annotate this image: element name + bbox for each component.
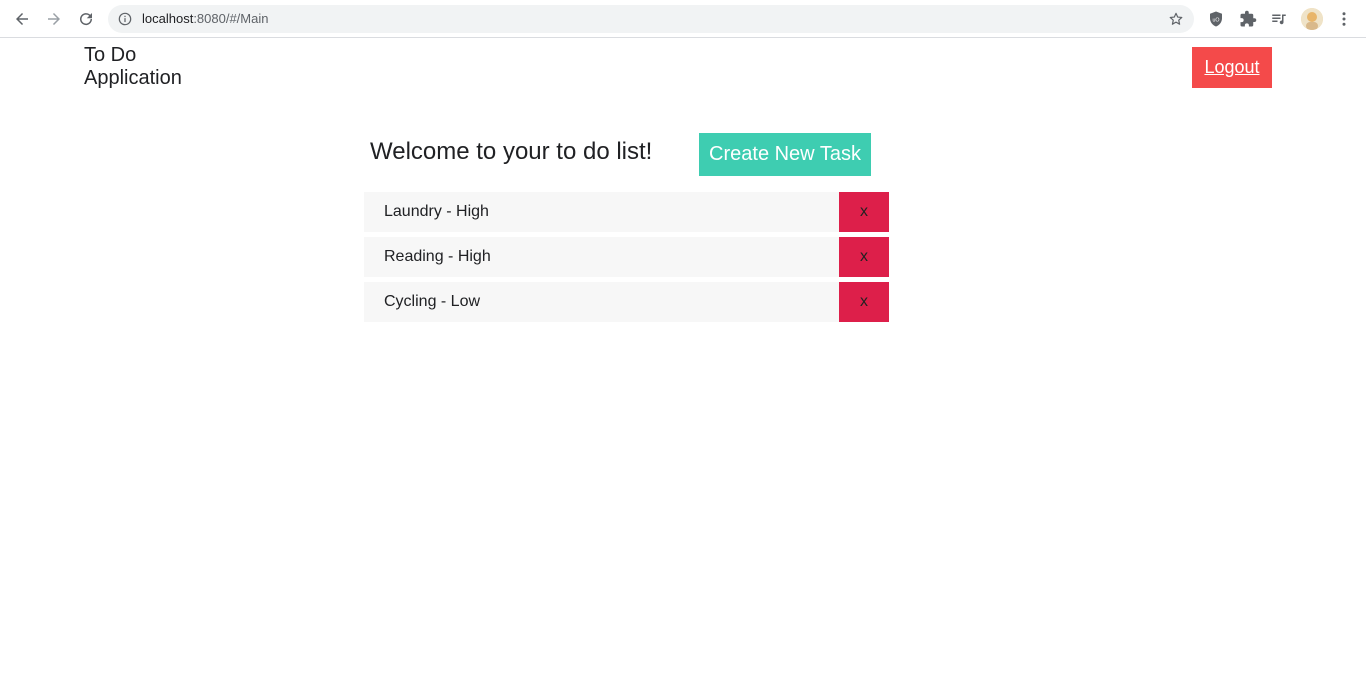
back-button[interactable] [10, 7, 34, 31]
arrow-right-icon [48, 13, 60, 25]
task-list: Laundry - High x Reading - High x Cyclin… [364, 192, 889, 327]
delete-task-button[interactable]: x [839, 282, 889, 322]
browser-toolbar: localhost:8080/#/Main uO [0, 0, 1366, 38]
app-title-line1: To Do [84, 44, 137, 66]
task-row: Cycling - Low x [364, 282, 889, 322]
address-bar[interactable]: localhost:8080/#/Main [108, 5, 1194, 33]
info-icon[interactable] [118, 12, 132, 26]
puzzle-icon[interactable] [1239, 10, 1257, 28]
logout-button[interactable]: Logout [1192, 47, 1272, 88]
playlist-icon[interactable] [1270, 10, 1288, 28]
delete-task-button[interactable]: x [839, 237, 889, 277]
reload-icon [80, 13, 93, 26]
tab-strip-highlight [735, 0, 929, 2]
task-row: Laundry - High x [364, 192, 889, 232]
task-label: Laundry - High [364, 192, 839, 232]
task-row: Reading - High x [364, 237, 889, 277]
kebab-menu-icon[interactable] [1335, 10, 1353, 28]
app-title: To Do Application [84, 44, 224, 90]
create-new-task-button[interactable]: Create New Task [699, 133, 871, 176]
url-path: :8080/#/Main [193, 11, 269, 26]
delete-task-button[interactable]: x [839, 192, 889, 232]
arrow-left-icon [16, 13, 28, 25]
task-label: Reading - High [364, 237, 839, 277]
profile-avatar[interactable] [1301, 8, 1323, 30]
welcome-heading: Welcome to your to do list! [370, 138, 653, 165]
url-text[interactable]: localhost:8080/#/Main [142, 11, 268, 26]
forward-button[interactable] [42, 7, 66, 31]
svg-text:uO: uO [1212, 17, 1219, 23]
app-title-line2: Application [84, 67, 182, 89]
task-label: Cycling - Low [364, 282, 839, 322]
url-host: localhost [142, 11, 194, 26]
reload-button[interactable] [74, 7, 98, 31]
star-icon[interactable] [1168, 11, 1184, 27]
shield-icon[interactable]: uO [1207, 10, 1225, 28]
